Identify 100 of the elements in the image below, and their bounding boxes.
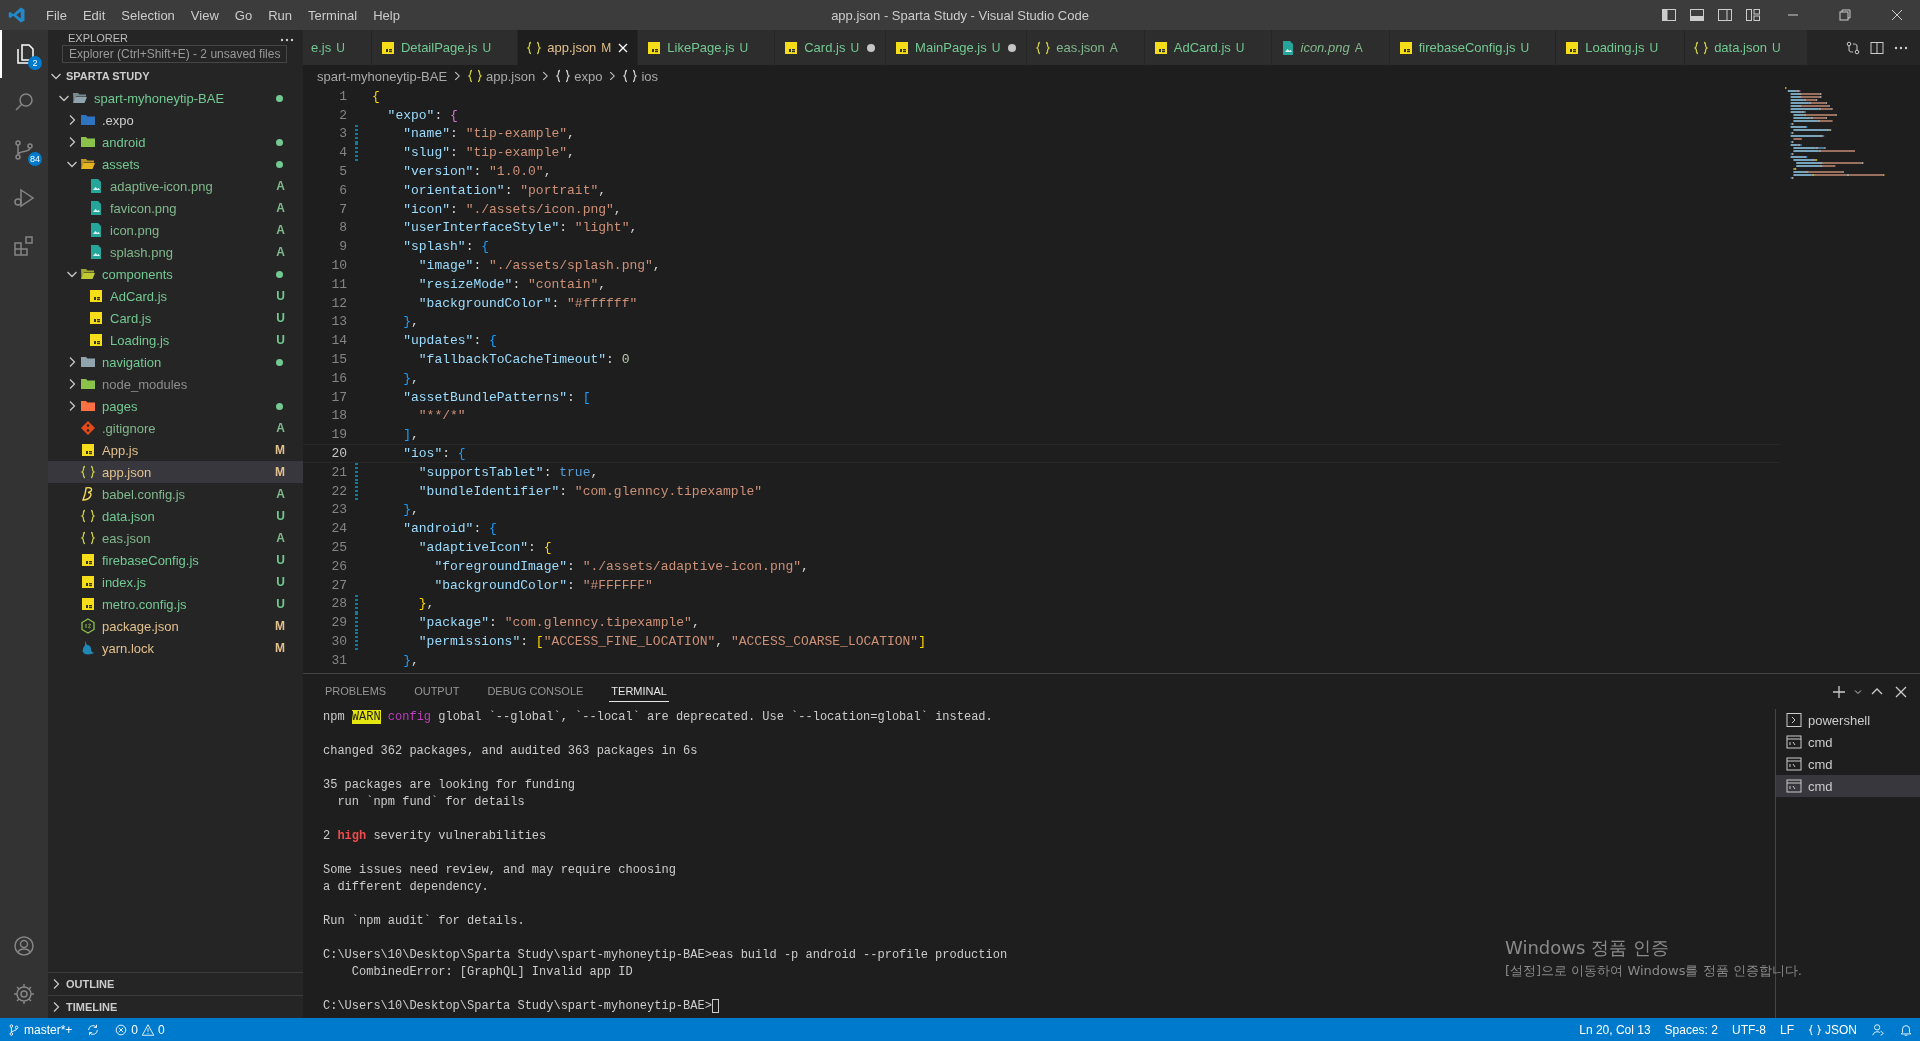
breadcrumb-item[interactable]: expo <box>574 68 603 84</box>
tree-item[interactable]: node_modules <box>48 373 303 395</box>
js-file-icon <box>80 552 96 568</box>
editor-tab[interactable]: firebaseConfig.js U <box>1389 30 1557 65</box>
tree-item[interactable]: components <box>48 263 303 285</box>
menu-item[interactable]: View <box>182 7 227 23</box>
editor-tab[interactable]: DetailPage.js U <box>371 30 519 65</box>
tree-item[interactable]: icon.png A <box>48 219 303 241</box>
editor-tab[interactable]: eas.json A <box>1027 30 1145 65</box>
folder-icon <box>80 266 96 282</box>
panel-tab[interactable]: OUTPUT <box>412 681 462 702</box>
menu-item[interactable]: Selection <box>113 7 183 23</box>
tree-item[interactable]: Card.js U <box>48 307 303 329</box>
terminal-list-item[interactable]: cmd <box>1776 731 1920 753</box>
tree-item[interactable]: Loading.js U <box>48 329 303 351</box>
braces-icon <box>1808 1022 1822 1037</box>
editor-tab[interactable]: Card.js U <box>775 30 887 65</box>
line-number: 12 <box>330 295 347 311</box>
branch-status[interactable]: master*+ <box>0 1022 80 1037</box>
tree-item[interactable]: yarn.lock M <box>48 637 303 659</box>
breadcrumb-item[interactable]: ios <box>641 68 659 84</box>
panel-tab[interactable]: PROBLEMS <box>323 681 389 702</box>
indentation-status[interactable]: Spaces: 2 <box>1657 1022 1725 1037</box>
breadcrumb-item[interactable]: spart-myhoneytip-BAE <box>317 68 448 84</box>
cursor-position[interactable]: Ln 20, Col 13 <box>1572 1022 1658 1037</box>
terminal-list-item[interactable]: cmd <box>1776 775 1920 797</box>
line-ending-status[interactable]: LF <box>1772 1022 1801 1037</box>
line-number: 19 <box>330 427 347 443</box>
menu-item[interactable]: Go <box>226 7 261 23</box>
js-file-icon <box>88 310 104 326</box>
restore-icon[interactable] <box>1837 7 1853 23</box>
compare-changes-icon[interactable] <box>1845 39 1861 56</box>
language-mode[interactable]: JSON <box>1801 1022 1864 1037</box>
editor-tab[interactable]: Loading.js U <box>1556 30 1686 65</box>
tree-item[interactable]: App.js M <box>48 439 303 461</box>
panel-tab[interactable]: DEBUG CONSOLE <box>485 681 586 702</box>
breadcrumb-item[interactable]: app.json <box>486 68 536 84</box>
toggle-panel-icon[interactable] <box>1689 7 1705 23</box>
menu-item[interactable]: Run <box>260 7 300 23</box>
menu-item[interactable]: Help <box>365 7 408 23</box>
menu-item[interactable]: File <box>38 7 75 23</box>
sync-icon[interactable] <box>86 1022 101 1037</box>
layout-icon[interactable] <box>1745 7 1761 23</box>
tree-item[interactable]: favicon.png A <box>48 197 303 219</box>
tree-item[interactable]: spart-myhoneytip-BAE <box>48 87 303 109</box>
problems-status[interactable]: 0 0 <box>107 1022 172 1037</box>
line-number: 14 <box>330 333 347 349</box>
section-header[interactable]: SPARTA STUDY <box>48 65 303 87</box>
tree-item[interactable]: app.json M <box>48 461 303 483</box>
activity-bar-item[interactable]: 84 <box>0 126 48 174</box>
terminal-list-item[interactable]: cmd <box>1776 753 1920 775</box>
editor-tab[interactable]: app.json M <box>518 30 639 65</box>
toggle-sidebar-icon[interactable] <box>1661 7 1677 23</box>
split-editor-icon[interactable] <box>1869 39 1885 56</box>
editor-tab[interactable]: e.js U <box>303 30 372 65</box>
editor-tab[interactable]: LikePage.js U <box>638 30 776 65</box>
encoding-status[interactable]: UTF-8 <box>1724 1022 1773 1037</box>
menu-item[interactable]: Terminal <box>300 7 366 23</box>
tree-item[interactable]: adaptive-icon.png A <box>48 175 303 197</box>
tree-item[interactable]: navigation <box>48 351 303 373</box>
code-line: "resizeMode": "contain", <box>417 276 607 292</box>
code-line: "updates": { <box>402 333 497 349</box>
toggle-secondary-sidebar-icon[interactable] <box>1717 7 1733 23</box>
panel-tab[interactable]: TERMINAL <box>609 681 669 702</box>
editor-tab[interactable]: icon.png A <box>1271 30 1390 65</box>
editor-tab[interactable]: AdCard.js U <box>1144 30 1272 65</box>
code-line: "fallbackToCacheTimeout": 0 <box>417 352 630 368</box>
section-header[interactable]: OUTLINE <box>48 972 303 995</box>
git-status-letter: U <box>276 311 285 325</box>
tree-item[interactable]: android <box>48 131 303 153</box>
line-number: 10 <box>330 258 347 274</box>
settings-icon <box>12 982 36 1006</box>
close-icon[interactable] <box>1889 7 1905 23</box>
editor-tab[interactable]: MainPage.js U <box>886 30 1028 65</box>
code-line: "splash": { <box>402 239 490 255</box>
code-line: "expo": { <box>386 107 458 123</box>
command-prompt-icon <box>1786 734 1802 750</box>
tree-item[interactable]: data.json U <box>48 505 303 527</box>
terminal-list-item[interactable]: powershell <box>1776 709 1920 731</box>
tree-item[interactable]: eas.json A <box>48 527 303 549</box>
tree-item[interactable]: assets <box>48 153 303 175</box>
tree-item[interactable]: AdCard.js U <box>48 285 303 307</box>
terminal-line: C:\Users\10\Desktop\Sparta Study\spart-myhoneytip-BAE>eas build -p android --profile production <box>323 947 1008 964</box>
tree-item[interactable]: splash.png A <box>48 241 303 263</box>
js-file-icon <box>894 39 911 56</box>
editor-tab[interactable]: data.json U <box>1685 30 1808 65</box>
tree-item[interactable]: .gitignore A <box>48 417 303 439</box>
notifications-icon[interactable] <box>1899 1022 1913 1037</box>
tree-item[interactable]: metro.config.js U <box>48 593 303 615</box>
tree-item[interactable]: package.json M <box>48 615 303 637</box>
tree-item[interactable]: index.js U <box>48 571 303 593</box>
feedback-icon[interactable] <box>1871 1022 1885 1037</box>
code-line: "assetBundlePatterns": [ <box>402 389 591 405</box>
new-terminal-icon[interactable] <box>1831 683 1847 700</box>
tree-item[interactable]: pages <box>48 395 303 417</box>
tree-item[interactable]: .expo <box>48 109 303 131</box>
tree-item[interactable]: babel.config.js A <box>48 483 303 505</box>
tree-item[interactable]: firebaseConfig.js U <box>48 549 303 571</box>
menu-item[interactable]: Edit <box>74 7 114 23</box>
braces-icon <box>555 68 572 84</box>
